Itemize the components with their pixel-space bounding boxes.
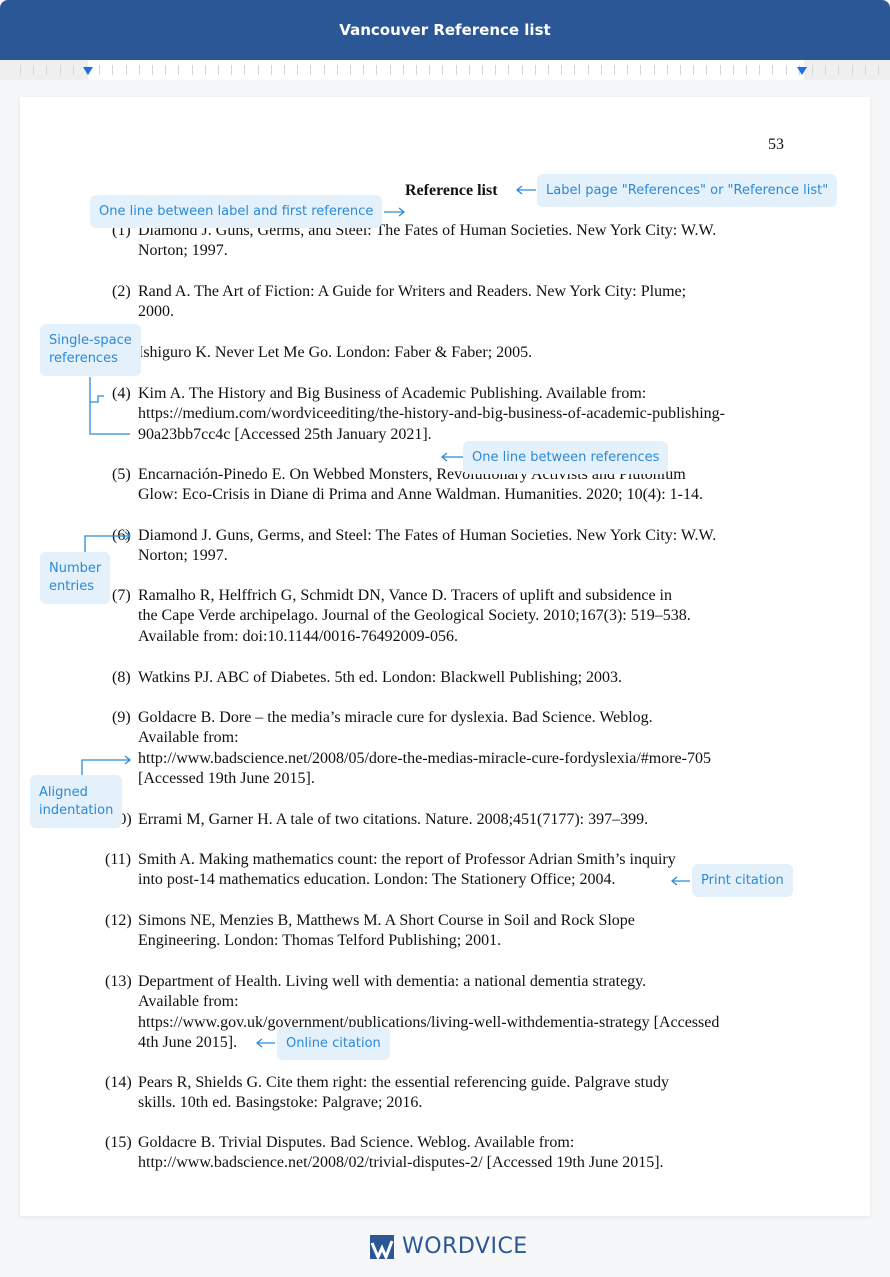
logo-text: WORDVICE [402,1234,528,1259]
callout-number-entries: Number entries [40,552,111,604]
callout-text: entries [49,579,95,594]
callout-text: indentation [39,802,114,818]
arrow-online-citation [255,1038,275,1048]
callout-one-line-refs: One line between references [463,441,669,474]
wordvice-logo: WORDVICE [370,1234,528,1259]
callout-single-space: Single-space references [40,324,141,376]
bracket-single-space [89,377,130,435]
arrow-number-entries [84,531,132,552]
callout-aligned-indentation: Aligned indentation [30,775,123,828]
callout-print-citation: Print citation [692,864,793,897]
arrow-print-citation [670,876,690,886]
callout-text: Aligned [39,784,88,800]
arrow-aligned [81,755,132,775]
callout-text: references [49,351,118,366]
callout-online-citation: Online citation [277,1027,390,1060]
callout-one-line-label: One line between label and first referen… [90,195,383,228]
arrow-one-line-label [384,207,406,217]
arrow-label-page [515,185,536,195]
callout-text: Single-space [49,333,132,348]
callout-label-page: Label page "References" or "Reference li… [537,174,838,207]
wordvice-logo-icon [370,1234,394,1259]
arrow-one-line-refs [440,452,463,462]
callout-text: Number [49,561,102,576]
